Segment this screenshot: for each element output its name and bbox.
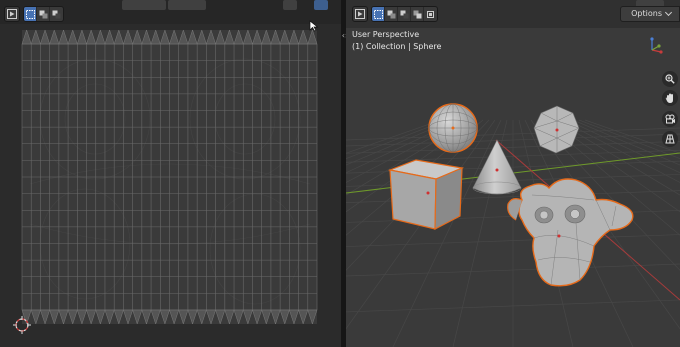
chevron-down-icon bbox=[664, 8, 673, 17]
uv-header-button[interactable] bbox=[314, 0, 328, 10]
uv-canvas[interactable] bbox=[0, 20, 341, 347]
select-extend-icon[interactable] bbox=[385, 7, 398, 21]
select-mode-icon[interactable] bbox=[372, 7, 385, 21]
zoom-icon[interactable] bbox=[662, 71, 678, 87]
uv-cursor-icon[interactable] bbox=[12, 315, 32, 335]
view-name: User Perspective bbox=[352, 30, 420, 39]
uv-header-button[interactable] bbox=[283, 0, 297, 10]
navigation-gizmo[interactable] bbox=[646, 36, 666, 56]
select-subtract-icon[interactable] bbox=[398, 7, 411, 21]
select-mode-group bbox=[23, 6, 64, 22]
options-label: Options bbox=[631, 9, 662, 18]
select-mode-icon[interactable] bbox=[24, 7, 37, 21]
grid-view-icon[interactable] bbox=[662, 131, 678, 147]
pan-hand-icon[interactable] bbox=[662, 90, 678, 106]
sphere-object[interactable] bbox=[428, 103, 478, 153]
icosphere-object[interactable] bbox=[533, 105, 580, 154]
select-subtract-icon[interactable] bbox=[50, 7, 63, 21]
select-extend-icon[interactable] bbox=[37, 7, 50, 21]
editor-type-icon[interactable] bbox=[352, 6, 368, 22]
viewport-area[interactable]: Options User Perspective (1) Collection … bbox=[346, 0, 680, 347]
select-mode-group bbox=[371, 6, 438, 22]
mouse-pointer-icon bbox=[309, 20, 319, 32]
viewport-overlay-text: User Perspective (1) Collection | Sphere bbox=[352, 29, 441, 53]
viewport-header: Options bbox=[346, 0, 680, 28]
editor-type-icon[interactable] bbox=[4, 6, 20, 22]
uv-header-field[interactable] bbox=[168, 0, 206, 10]
collection-label: (1) Collection | Sphere bbox=[352, 42, 442, 51]
uv-editor-area bbox=[0, 0, 341, 347]
cube-object[interactable] bbox=[387, 159, 465, 230]
uv-editor-header bbox=[0, 0, 341, 24]
uv-header-field[interactable] bbox=[122, 0, 166, 10]
select-difference-icon[interactable] bbox=[411, 7, 424, 21]
uv-mesh-svg bbox=[0, 24, 341, 347]
options-dropdown[interactable]: Options bbox=[620, 6, 680, 22]
select-intersect-icon[interactable] bbox=[424, 7, 437, 21]
camera-icon[interactable] bbox=[662, 111, 678, 127]
blender-window: ‹› Options User Perspective (1) Collecti… bbox=[0, 0, 680, 347]
